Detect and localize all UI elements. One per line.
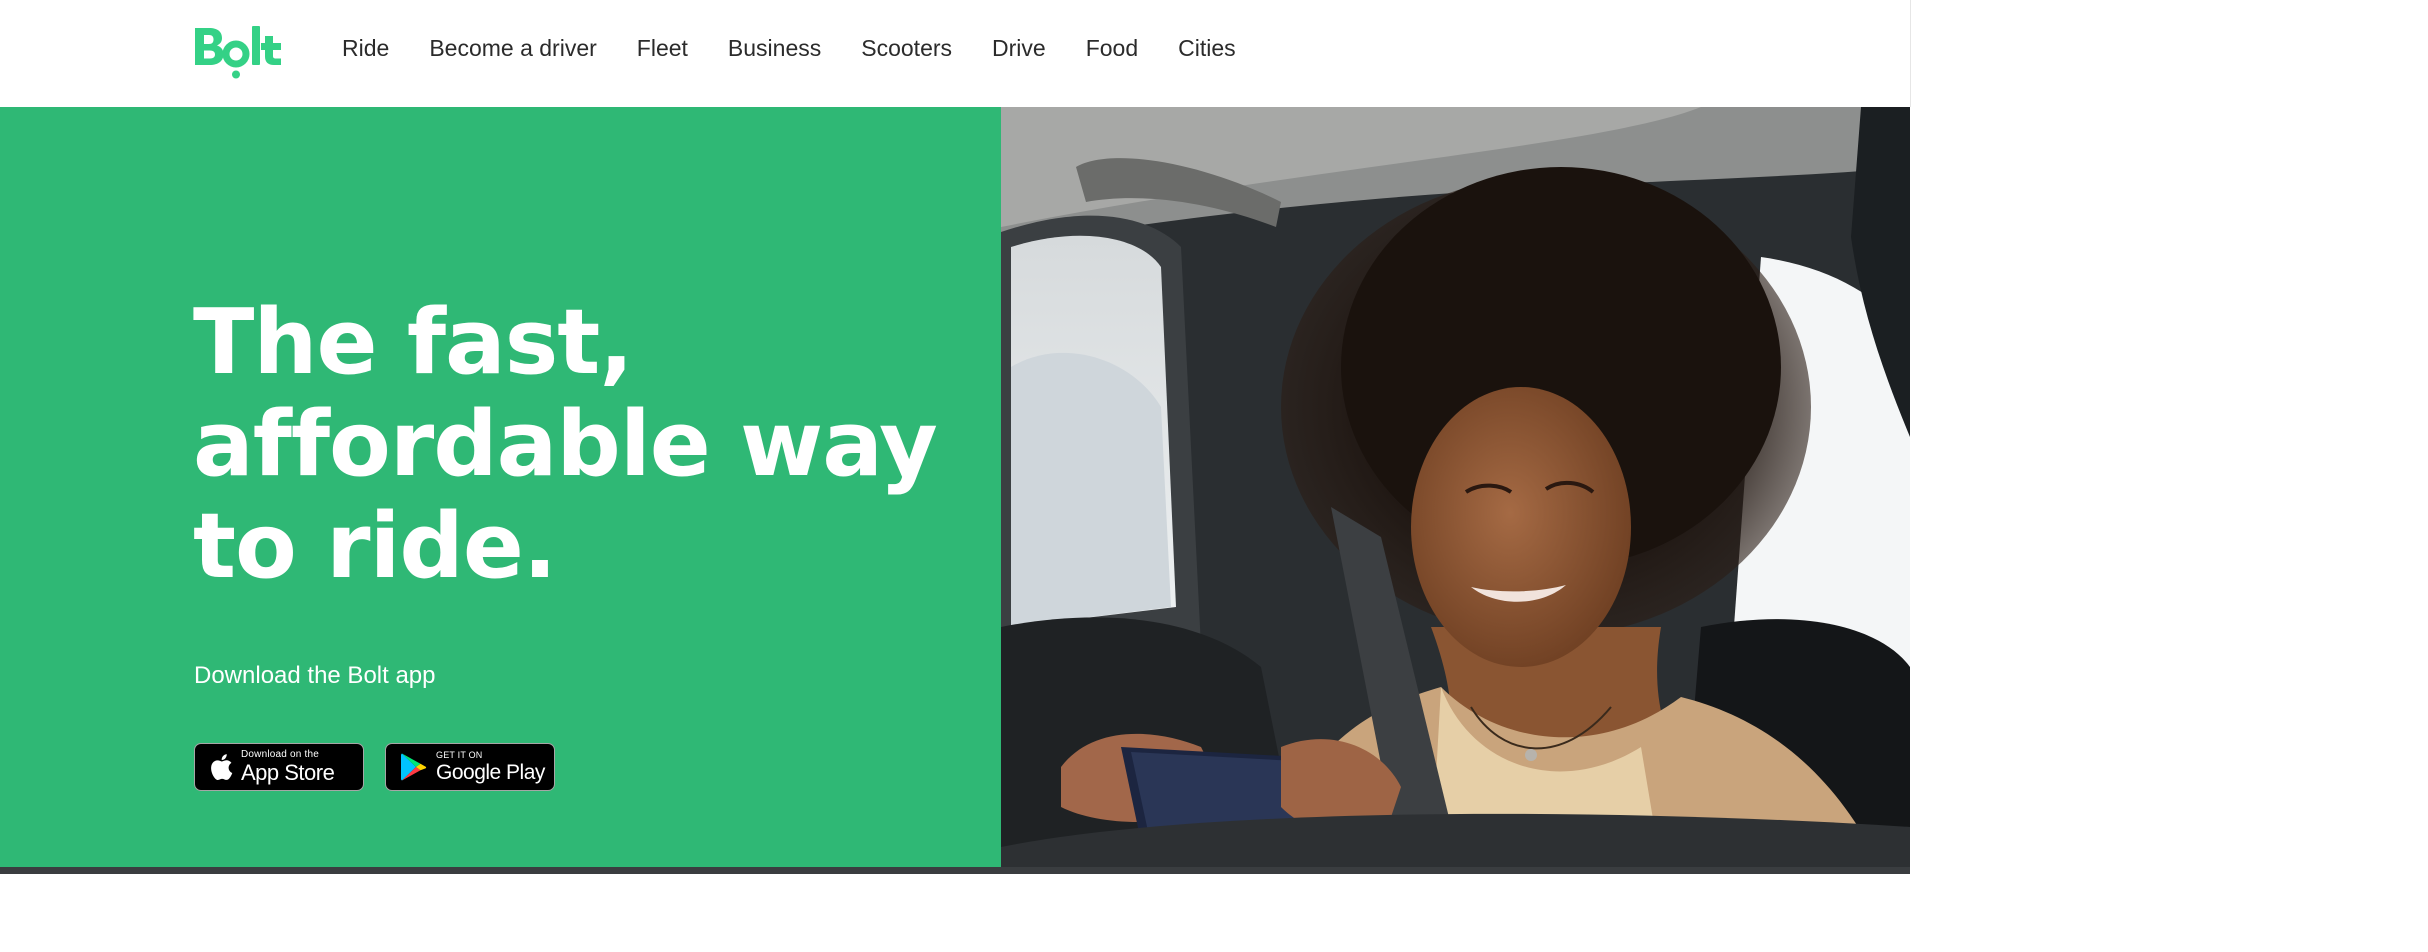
nav-item-fleet[interactable]: Fleet bbox=[637, 35, 688, 62]
site-header: Ride Become a driver Fleet Business Scoo… bbox=[0, 0, 1911, 107]
bolt-logo-icon bbox=[195, 26, 281, 79]
app-store-text: Download on the App Store bbox=[241, 749, 335, 785]
nav-item-scooters[interactable]: Scooters bbox=[861, 35, 952, 62]
hero-title-line: The fast, bbox=[193, 290, 634, 395]
hero-title: The fast, affordable way to ride. bbox=[193, 292, 953, 598]
hero-bottom-divider bbox=[0, 867, 1910, 874]
nav-item-ride[interactable]: Ride bbox=[342, 35, 389, 62]
google-play-button[interactable]: GET IT ON Google Play bbox=[385, 743, 555, 791]
app-store-small-label: Download on the bbox=[241, 749, 320, 760]
google-play-small-label: GET IT ON bbox=[436, 750, 483, 760]
app-store-button[interactable]: Download on the App Store bbox=[194, 743, 364, 791]
hero-title-line: affordable way bbox=[193, 392, 938, 497]
download-app-label: Download the Bolt app bbox=[194, 662, 436, 689]
nav-item-drive[interactable]: Drive bbox=[992, 35, 1046, 62]
google-play-text: GET IT ON Google Play bbox=[436, 750, 545, 784]
nav-item-cities[interactable]: Cities bbox=[1178, 35, 1236, 62]
hero-section: The fast, affordable way to ride. Downlo… bbox=[0, 107, 1910, 867]
bolt-logo[interactable] bbox=[193, 24, 285, 80]
hero-photo bbox=[1001, 107, 1910, 867]
page: Ride Become a driver Fleet Business Scoo… bbox=[0, 0, 1911, 952]
main-nav: Ride Become a driver Fleet Business Scoo… bbox=[342, 0, 1276, 97]
hero-text-panel: The fast, affordable way to ride. Downlo… bbox=[0, 107, 1001, 867]
google-play-big-label: Google Play bbox=[436, 761, 545, 784]
google-play-icon bbox=[400, 752, 428, 782]
hero-title-line: to ride. bbox=[193, 494, 557, 599]
app-store-big-label: App Store bbox=[241, 760, 335, 785]
apple-icon bbox=[209, 753, 233, 781]
woman-in-car-image bbox=[1001, 107, 1910, 867]
nav-item-business[interactable]: Business bbox=[728, 35, 821, 62]
nav-item-become-a-driver[interactable]: Become a driver bbox=[429, 35, 596, 62]
nav-item-food[interactable]: Food bbox=[1086, 35, 1138, 62]
